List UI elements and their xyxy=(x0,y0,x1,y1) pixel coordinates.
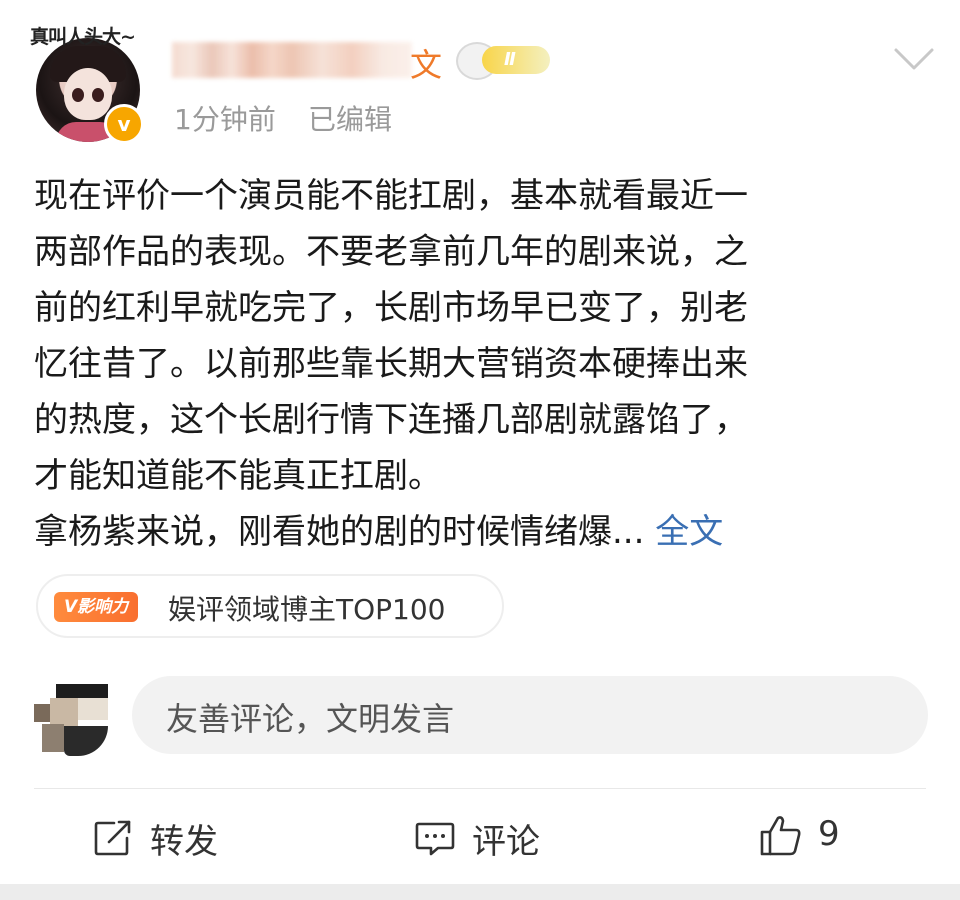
comment-placeholder: 友善评论，文明发言 xyxy=(166,700,455,738)
repost-icon xyxy=(94,820,131,856)
chevron-down-icon[interactable] xyxy=(892,44,936,74)
comment-button[interactable]: 评论 xyxy=(414,812,564,864)
post-line: 的热度，这个长剧行情下连播几部剧就露馅了， xyxy=(34,400,748,440)
post-body: 现在评价一个演员能不能扛剧，基本就看最近一 两部作品的表现。不要老拿前几年的剧来… xyxy=(34,168,914,560)
repost-label: 转发 xyxy=(150,822,218,862)
thumbs-up-icon xyxy=(760,816,801,856)
level-badge[interactable]: Ⅱ xyxy=(456,42,556,80)
avatar-caption: 真叫人头大~ xyxy=(30,26,136,48)
post-line: 两部作品的表现。不要老拿前几年的剧来说，之 xyxy=(34,232,748,272)
post-timestamp: 1分钟前 xyxy=(174,103,276,136)
bottom-strip xyxy=(0,884,960,900)
read-more-link[interactable]: 全文 xyxy=(655,512,723,552)
edited-label: 已编辑 xyxy=(308,103,393,136)
divider xyxy=(34,788,926,789)
post-line: 拿杨紫来说，刚看她的剧的时候情绪爆... xyxy=(34,512,656,552)
influence-tag[interactable]: V影响力 娱评领域博主TOP100 xyxy=(36,574,504,638)
comment-label: 评论 xyxy=(472,822,540,862)
post-line: 忆往昔了。以前那些靠长期大营销资本硬捧出来 xyxy=(34,344,748,384)
post-line: 才能知道能不能真正扛剧。 xyxy=(34,456,442,496)
influence-badge: V影响力 xyxy=(54,592,139,622)
post-line: 前的红利早就吃完了，长剧市场早已变了，别老 xyxy=(34,288,748,328)
username-tail[interactable]: 文 xyxy=(410,40,442,86)
like-count: 9 xyxy=(818,814,840,854)
post-line-last: 拿杨紫来说，刚看她的剧的时候情绪爆... 全文 xyxy=(34,504,914,560)
current-user-avatar[interactable] xyxy=(34,684,114,756)
author-avatar[interactable]: 真叫人头大~ v xyxy=(30,22,148,144)
comment-icon xyxy=(415,822,455,856)
repost-button[interactable]: 转发 xyxy=(92,812,242,864)
level-badge-label: Ⅱ xyxy=(482,46,550,74)
username-redacted[interactable] xyxy=(172,42,412,78)
influence-text: 娱评领域博主TOP100 xyxy=(168,593,446,626)
like-button[interactable]: 9 xyxy=(758,812,858,864)
weibo-post-card: 真叫人头大~ v 文 Ⅱ 1分钟前 已编辑 现在评价一个演员能不能扛剧，基本就看… xyxy=(0,0,960,900)
post-line: 现在评价一个演员能不能扛剧，基本就看最近一 xyxy=(34,176,748,216)
comment-input[interactable]: 友善评论，文明发言 xyxy=(132,676,928,754)
verified-badge-icon: v xyxy=(104,104,144,144)
